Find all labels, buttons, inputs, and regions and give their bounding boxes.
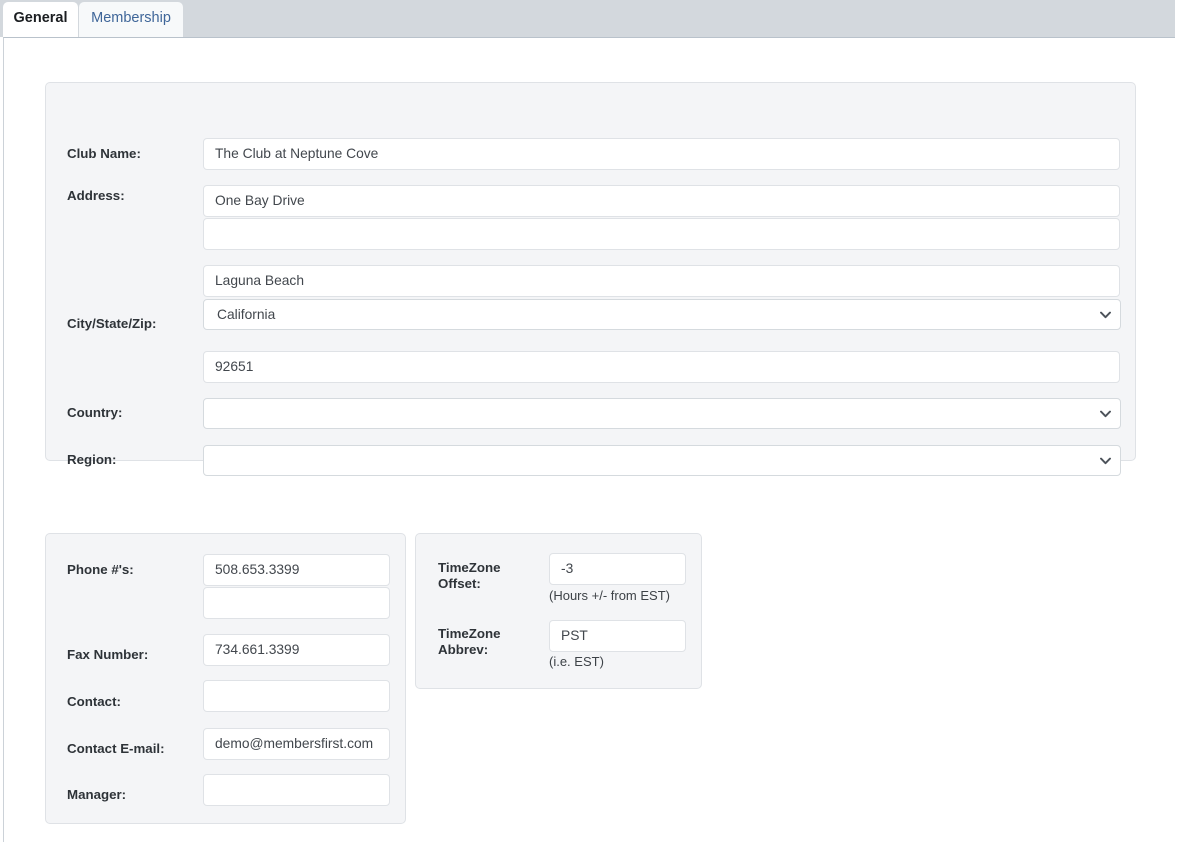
chevron-down-icon — [1100, 300, 1111, 329]
input-address-line-1[interactable]: One Bay Drive — [203, 185, 1120, 217]
select-country[interactable] — [203, 398, 1121, 429]
chevron-down-icon — [1100, 399, 1111, 428]
input-club-name[interactable]: The Club at Neptune Cove — [203, 138, 1120, 170]
label-timezone-offset-line1: TimeZone — [438, 560, 501, 575]
input-zip[interactable]: 92651 — [203, 351, 1120, 383]
label-timezone-abbrev-line1: TimeZone — [438, 626, 501, 641]
input-timezone-offset[interactable]: -3 — [549, 553, 686, 585]
input-address-line-2[interactable] — [203, 218, 1120, 250]
input-timezone-abbrev[interactable]: PST — [549, 620, 686, 652]
select-state-value: California — [217, 307, 276, 322]
label-timezone-offset-line2: Offset: — [438, 576, 481, 591]
timezone-panel: TimeZone Offset: -3 (Hours +/- from EST)… — [415, 533, 702, 689]
label-club-name: Club Name: — [67, 146, 141, 161]
hint-timezone-offset: (Hours +/- from EST) — [549, 588, 670, 603]
label-timezone-abbrev: TimeZone Abbrev: — [438, 626, 501, 658]
label-region: Region: — [67, 452, 117, 467]
input-city[interactable]: Laguna Beach — [203, 265, 1120, 297]
label-manager: Manager: — [67, 787, 127, 802]
input-phone-1[interactable]: 508.653.3399 — [203, 554, 390, 586]
content-area: Club Name: The Club at Neptune Cove Addr… — [3, 37, 1175, 842]
label-country: Country: — [67, 405, 123, 420]
input-fax[interactable]: 734.661.3399 — [203, 634, 390, 666]
select-state[interactable]: California — [203, 299, 1121, 330]
tab-bar: General Membership — [0, 0, 1175, 37]
label-fax: Fax Number: — [67, 647, 149, 662]
label-address: Address: — [67, 188, 125, 203]
input-contact[interactable] — [203, 680, 390, 712]
chevron-down-icon — [1100, 446, 1111, 475]
club-contact-panel: Phone #'s: 508.653.3399 Fax Number: 734.… — [45, 533, 406, 824]
select-region[interactable] — [203, 445, 1121, 476]
label-phone: Phone #'s: — [67, 562, 134, 577]
tab-general[interactable]: General — [3, 2, 78, 37]
input-contact-email[interactable]: demo@membersfirst.com — [203, 728, 390, 760]
input-phone-2[interactable] — [203, 587, 390, 619]
label-city-state-zip: City/State/Zip: — [67, 316, 157, 331]
label-contact: Contact: — [67, 694, 121, 709]
label-timezone-abbrev-line2: Abbrev: — [438, 642, 489, 657]
input-manager[interactable] — [203, 774, 390, 806]
hint-timezone-abbrev: (i.e. EST) — [549, 654, 604, 669]
club-general-panel: Club Name: The Club at Neptune Cove Addr… — [45, 82, 1136, 476]
tab-membership[interactable]: Membership — [79, 2, 183, 37]
label-contact-email: Contact E-mail: — [67, 741, 165, 756]
label-timezone-offset: TimeZone Offset: — [438, 560, 501, 592]
